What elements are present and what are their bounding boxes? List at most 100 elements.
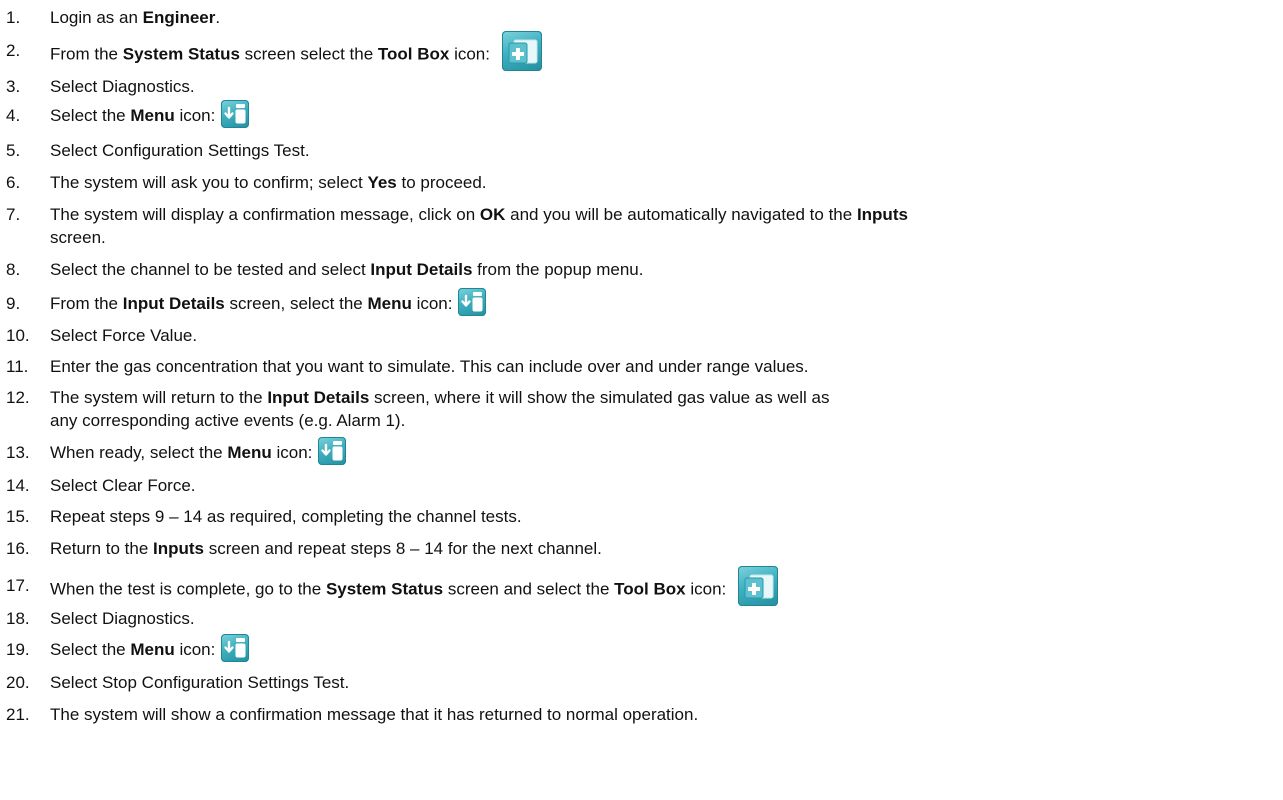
step-number: 8. xyxy=(6,260,21,279)
bold-term: Tool Box xyxy=(377,44,450,64)
step-number: 10. xyxy=(6,326,30,345)
bold-term: Menu xyxy=(130,640,175,659)
bold-term: Inputs xyxy=(856,205,908,224)
menu-icon xyxy=(221,99,250,128)
step-text-segment: Select the channel to be tested and sele… xyxy=(50,260,371,279)
step-text-segment: Select Clear Force. xyxy=(50,476,196,495)
bold-term: Tool Box xyxy=(614,579,686,599)
step-number: 21. xyxy=(6,705,30,724)
step-text: Return to the Inputs screen and repeat s… xyxy=(50,537,602,561)
step-number: 14. xyxy=(6,476,30,495)
bold-term: Input Details xyxy=(122,294,225,313)
bold-term: System Status xyxy=(325,579,444,599)
step-text-segment: icon: xyxy=(685,579,727,599)
step-text-segment: screen and select the xyxy=(443,579,615,599)
step-number: 4. xyxy=(6,106,21,125)
step-text-segment: . xyxy=(215,8,221,27)
bold-term: Engineer xyxy=(142,8,216,27)
step-number: 6. xyxy=(6,173,21,192)
step-number: 5. xyxy=(6,141,21,160)
bold-term: Menu xyxy=(227,443,272,462)
step-text: Select Configuration Settings Test. xyxy=(50,139,310,163)
step-number: 12. xyxy=(6,388,30,407)
step-text: Select Clear Force. xyxy=(50,474,196,498)
step-text-segment: When the test is complete, go to the xyxy=(50,579,326,599)
bold-term: Input Details xyxy=(267,388,370,407)
step-text-segment: icon: xyxy=(174,640,216,659)
step-number: 18. xyxy=(6,609,30,628)
step-number: 11. xyxy=(6,357,29,376)
bold-term: Menu xyxy=(130,106,175,125)
menu-icon xyxy=(221,633,250,662)
step-text-segment: from the popup menu. xyxy=(472,260,644,279)
step-text-segment: icon: xyxy=(449,44,490,64)
step-text-segment: to proceed. xyxy=(396,173,487,192)
step-text-segment: Login as an xyxy=(50,8,143,27)
step-text: Select Diagnostics. xyxy=(50,75,195,99)
step-text: Login as an Engineer. xyxy=(50,6,220,30)
step-text-segment: The system will display a confirmation m… xyxy=(50,205,480,224)
step-text: The system will display a confirmation m… xyxy=(50,203,908,227)
bold-term: Yes xyxy=(367,173,397,192)
step-text: When ready, select the Menu icon: xyxy=(50,436,347,465)
step-text: The system will return to the Input Deta… xyxy=(50,386,829,410)
toolbox-icon xyxy=(501,31,542,71)
step-text: Select the Menu icon: xyxy=(50,633,250,662)
step-text-segment: From the xyxy=(50,294,123,313)
step-text-segment: Return to the xyxy=(50,539,154,558)
step-text-segment: Select Force Value. xyxy=(50,326,198,345)
step-text-segment: screen, select the xyxy=(224,294,368,313)
step-text-segment: icon: xyxy=(174,106,216,125)
step-text: Select the channel to be tested and sele… xyxy=(50,258,643,282)
step-text-segment: Select Diagnostics. xyxy=(50,609,195,628)
step-number: 15. xyxy=(6,507,30,526)
step-text: Select Stop Configuration Settings Test. xyxy=(50,671,349,695)
step-text-segment: The system will return to the xyxy=(50,388,268,407)
step-number: 1. xyxy=(6,8,21,27)
step-text: From the Input Details screen, select th… xyxy=(50,287,487,316)
step-number: 17. xyxy=(6,576,30,595)
step-number: 3. xyxy=(6,77,21,96)
bold-term: Inputs xyxy=(153,539,205,558)
step-number: 20. xyxy=(6,673,30,692)
step-text: Select Diagnostics. xyxy=(50,607,195,631)
bold-term: System Status xyxy=(122,44,240,64)
step-text: From the System Status screen select the… xyxy=(50,31,542,71)
step-number: 13. xyxy=(6,443,30,462)
step-text-segment: Select Diagnostics. xyxy=(50,77,195,96)
menu-icon xyxy=(318,436,347,465)
step-text-segment: Repeat steps 9 – 14 as required, complet… xyxy=(50,507,522,526)
step-text: Repeat steps 9 – 14 as required, complet… xyxy=(50,505,522,529)
step-text: The system will show a confirmation mess… xyxy=(50,703,698,727)
step-text-segment: Select Configuration Settings Test. xyxy=(50,141,310,160)
step-text-continuation: any corresponding active events (e.g. Al… xyxy=(50,411,406,430)
step-number: 2. xyxy=(6,41,21,60)
step-text-segment: screen, where it will show the simulated… xyxy=(369,388,830,407)
step-text-segment: and you will be automatically navigated … xyxy=(505,205,857,224)
step-text-segment: The system will show a confirmation mess… xyxy=(50,705,699,724)
step-text-segment: Select Stop Configuration Settings Test. xyxy=(50,673,350,692)
step-text: Select the Menu icon: xyxy=(50,99,250,128)
step-text: The system will ask you to confirm; sele… xyxy=(50,171,487,195)
step-number: 16. xyxy=(6,539,30,558)
step-text-segment: The system will ask you to confirm; sele… xyxy=(50,173,368,192)
step-text-segment: From the xyxy=(50,44,123,64)
step-text-segment: Select the xyxy=(50,640,131,659)
step-number: 19. xyxy=(6,640,30,659)
step-text-segment: Enter the gas concentration that you wan… xyxy=(50,357,809,376)
step-text-segment: screen select the xyxy=(239,44,378,64)
step-text-segment: icon: xyxy=(411,294,453,313)
step-text-continuation: screen. xyxy=(50,228,106,247)
step-text: Enter the gas concentration that you wan… xyxy=(50,355,809,379)
bold-term: Input Details xyxy=(370,260,473,279)
bold-term: OK xyxy=(479,205,506,224)
step-number: 7. xyxy=(6,205,21,224)
instruction-document: 1. Login as an Engineer. 2. From the System… xyxy=(0,0,1283,800)
step-text: When the test is complete, go to the Sys… xyxy=(50,566,779,606)
step-text-segment: screen and repeat steps 8 – 14 for the n… xyxy=(204,539,602,558)
step-number: 9. xyxy=(6,294,21,313)
step-text-segment: When ready, select the xyxy=(50,443,228,462)
toolbox-icon xyxy=(738,566,779,606)
step-text: Select Force Value. xyxy=(50,324,197,348)
bold-term: Menu xyxy=(367,294,412,313)
